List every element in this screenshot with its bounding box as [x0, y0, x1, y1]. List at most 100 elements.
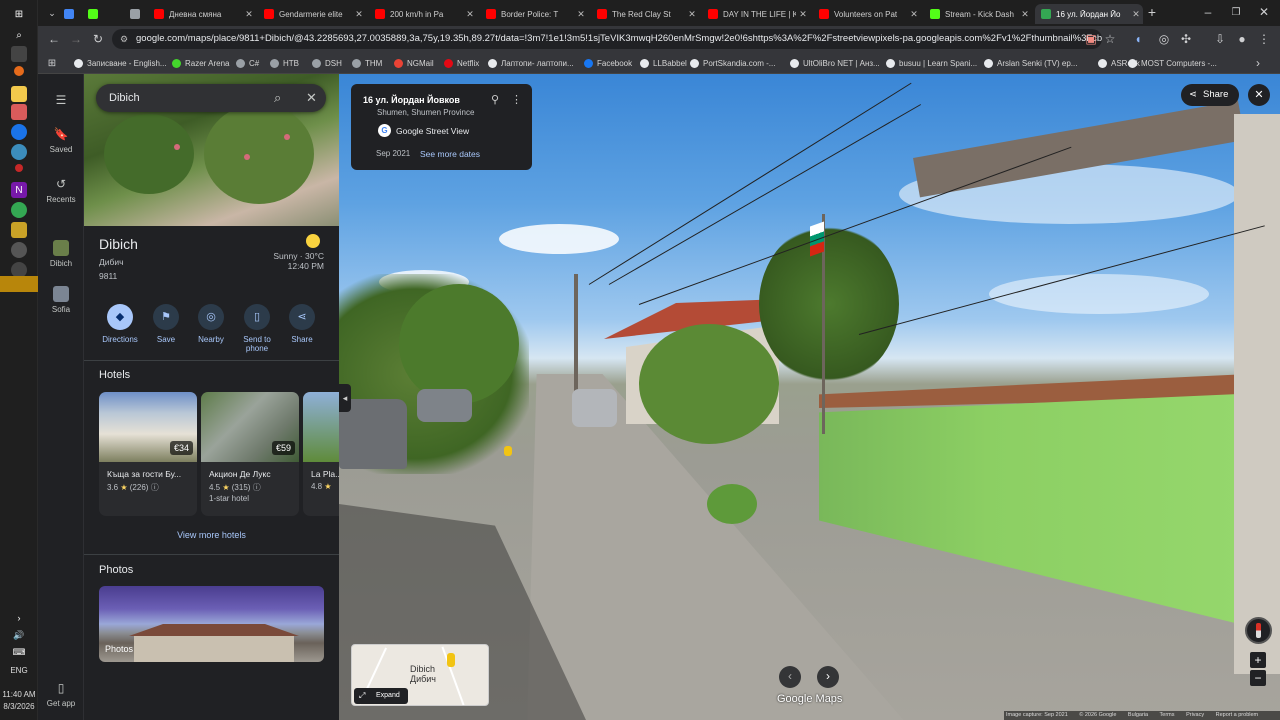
- clock-date[interactable]: 8/3/2026: [0, 702, 38, 711]
- tab[interactable]: Дневна смяна ✕: [148, 4, 256, 24]
- hotel-card[interactable]: €34 Къща за гости Бу... 3.6 ★ (226) ⓘ: [99, 392, 197, 516]
- bookmark-item[interactable]: DSH: [312, 56, 342, 70]
- tab[interactable]: Stream - Kick Dash ✕: [924, 4, 1032, 24]
- street-view-canvas[interactable]: 16 ул. Йордан Йовков Shumen, Shumen Prov…: [339, 74, 1280, 720]
- bookmark-item[interactable]: Razer Arena: [172, 56, 229, 70]
- close-icon[interactable]: ✕: [306, 84, 317, 112]
- search-icon[interactable]: ⌕: [11, 27, 27, 43]
- app-icon[interactable]: [11, 104, 27, 120]
- bookmark-item[interactable]: MOST Computers -...: [1128, 56, 1217, 70]
- edge-icon[interactable]: [11, 124, 27, 140]
- rail-place-dibich[interactable]: Dibich: [38, 240, 84, 268]
- bookmark-item[interactable]: NGMail: [394, 56, 434, 70]
- rail-place-sofia[interactable]: Sofia: [38, 286, 84, 314]
- footer-privacy-link[interactable]: Privacy: [1186, 712, 1204, 718]
- file-explorer-icon[interactable]: [11, 86, 27, 102]
- info-icon[interactable]: ⓘ: [253, 483, 261, 492]
- menu-dots-icon[interactable]: ⋮: [1256, 31, 1272, 47]
- clock-time[interactable]: 11:40 AM: [0, 690, 38, 699]
- collapse-panel-button[interactable]: ◂: [339, 384, 351, 412]
- app-icon[interactable]: [11, 222, 27, 238]
- compass-icon[interactable]: [1245, 617, 1272, 644]
- bookmark-item[interactable]: Netflix: [444, 56, 479, 70]
- directions-button[interactable]: ◆ Directions: [97, 304, 143, 344]
- language-indicator[interactable]: ENG: [0, 666, 38, 675]
- send-to-phone-button[interactable]: ▯ Send to phone: [234, 304, 280, 353]
- reload-icon[interactable]: ↻: [90, 31, 106, 47]
- save-button[interactable]: ⚑ Save: [143, 304, 189, 344]
- tab-close-icon[interactable]: ✕: [463, 9, 477, 20]
- nearby-button[interactable]: ◎ Nearby: [188, 304, 234, 344]
- more-options-icon[interactable]: ⋮: [511, 93, 522, 106]
- tab-close-icon[interactable]: ✕: [1018, 9, 1032, 20]
- rail-saved[interactable]: 🔖 Saved: [38, 126, 84, 154]
- photos-thumbnail[interactable]: Photos: [99, 586, 324, 662]
- extensions-puzzle-icon[interactable]: ✣: [1178, 31, 1194, 47]
- menu-button[interactable]: ☰: [38, 92, 84, 111]
- site-info-icon[interactable]: ⚙: [120, 29, 128, 49]
- view-more-hotels-link[interactable]: View more hotels: [84, 530, 339, 540]
- bookmark-item[interactable]: THM: [352, 56, 382, 70]
- apps-grid-icon[interactable]: ⊞: [44, 55, 60, 71]
- back-icon[interactable]: ←: [46, 31, 62, 47]
- tab[interactable]: Gendarmerie elite ✕: [258, 4, 366, 24]
- tab-active[interactable]: 16 ул. Йордан Йо ✕: [1035, 4, 1143, 24]
- search-input[interactable]: Dibich ⌕ ✕: [96, 84, 326, 112]
- next-image-button[interactable]: ›: [817, 666, 839, 688]
- bookmark-item[interactable]: Arslan Senki (TV) ep...: [984, 56, 1077, 70]
- tab[interactable]: [58, 4, 80, 24]
- speaker-icon[interactable]: 🔊: [11, 627, 27, 643]
- previous-image-button[interactable]: ‹: [779, 666, 801, 688]
- tab[interactable]: DAY IN THE LIFE | K ✕: [702, 4, 810, 24]
- bookmark-item[interactable]: C#: [236, 56, 259, 70]
- bookmark-item[interactable]: НТВ: [270, 56, 299, 70]
- bookmark-item[interactable]: Записване - English...: [74, 56, 167, 70]
- footer-terms-link[interactable]: Terms: [1160, 712, 1175, 718]
- info-icon[interactable]: ⓘ: [151, 483, 159, 492]
- tab-close-icon[interactable]: ✕: [242, 9, 256, 20]
- close-street-view-button[interactable]: ✕: [1248, 84, 1270, 106]
- tab-close-icon[interactable]: ✕: [685, 9, 699, 20]
- search-icon[interactable]: ⌕: [274, 84, 281, 112]
- bookmark-item[interactable]: PortSkandia.com -...: [690, 56, 775, 70]
- task-view-icon[interactable]: [11, 46, 27, 62]
- maximize-icon[interactable]: ❐: [1228, 4, 1244, 20]
- hotel-card[interactable]: La Pla... 4.8 ★: [303, 392, 339, 516]
- tab-close-icon[interactable]: ✕: [1129, 9, 1143, 20]
- extension-icon[interactable]: ◎: [1156, 31, 1172, 47]
- expand-map-button[interactable]: ⤢ Expand: [354, 688, 408, 704]
- minimize-icon[interactable]: –: [1200, 4, 1216, 20]
- extension-icon[interactable]: ▣: [1083, 31, 1099, 47]
- tab-close-icon[interactable]: ✕: [352, 9, 366, 20]
- mini-map[interactable]: Dibich Дибич ⤢ Expand: [351, 644, 489, 706]
- bookmark-item[interactable]: LLBabbel: [640, 56, 687, 70]
- onenote-icon[interactable]: N: [11, 182, 27, 198]
- hotel-card[interactable]: €59 Акцион Де Лукс 4.5 ★ (315) ⓘ 1-star …: [201, 392, 299, 516]
- location-pin-icon[interactable]: ⚲: [491, 93, 499, 106]
- share-street-view-button[interactable]: ⋖ Share: [1181, 84, 1239, 106]
- app-icon[interactable]: [11, 242, 27, 258]
- new-tab-icon[interactable]: +: [1144, 4, 1160, 20]
- bookmark-item[interactable]: busuu | Learn Spani...: [886, 56, 977, 70]
- downloads-icon[interactable]: ⇩: [1212, 31, 1228, 47]
- bookmark-item[interactable]: UltOliBro NET | Анз...: [790, 56, 880, 70]
- tab[interactable]: Border Police: T ✕: [480, 4, 588, 24]
- rail-recents[interactable]: ↺ Recents: [38, 176, 84, 204]
- app-icon[interactable]: [14, 66, 24, 76]
- profile-avatar-icon[interactable]: ●: [1234, 31, 1250, 47]
- chevron-right-icon[interactable]: ›: [11, 610, 27, 626]
- chrome-active-icon[interactable]: [0, 276, 38, 292]
- tab[interactable]: Volunteers on Pat ✕: [813, 4, 921, 24]
- tab[interactable]: [124, 4, 146, 24]
- keyboard-icon[interactable]: ⌨: [11, 644, 27, 660]
- tab[interactable]: The Red Clay St ✕: [591, 4, 699, 24]
- see-more-dates-link[interactable]: See more dates: [420, 149, 480, 159]
- bookmark-item[interactable]: Лаптопи- лаптопи...: [488, 56, 574, 70]
- forward-icon[interactable]: →: [68, 31, 84, 47]
- app-icon[interactable]: [15, 164, 23, 172]
- zoom-out-button[interactable]: −: [1250, 670, 1266, 686]
- bookmark-star-icon[interactable]: ☆: [1102, 31, 1118, 47]
- tab[interactable]: [82, 4, 122, 24]
- app-icon[interactable]: [11, 144, 27, 160]
- bookmarks-overflow-icon[interactable]: ›: [1250, 55, 1266, 71]
